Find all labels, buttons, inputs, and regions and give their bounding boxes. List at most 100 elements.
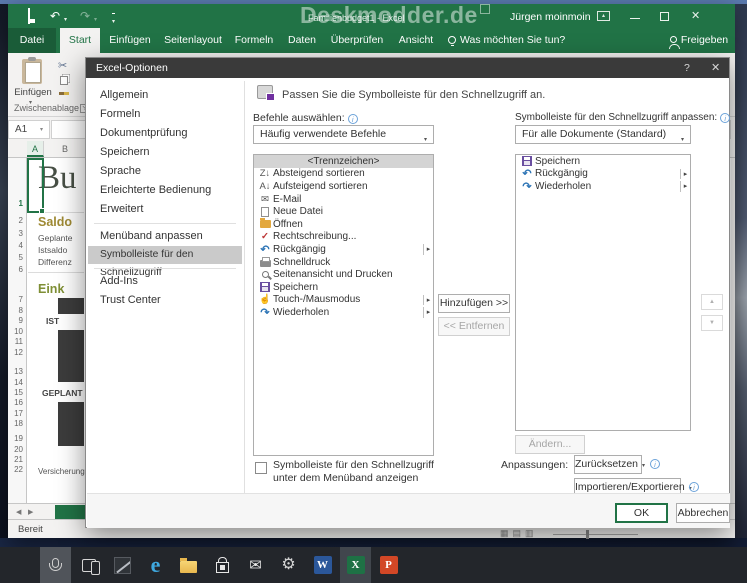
row-header[interactable]: 19 (14, 434, 23, 443)
tab-seitenlayout[interactable]: Seitenlayout (160, 28, 226, 53)
format-painter-icon[interactable] (59, 92, 69, 95)
row-header[interactable]: 10 (14, 327, 23, 336)
taskbar-mail-icon[interactable]: ✉ (240, 547, 271, 583)
row-header[interactable]: 21 (14, 455, 23, 464)
sidebar-item-allgemein[interactable]: Allgemein (88, 86, 242, 104)
copy-icon[interactable] (60, 76, 68, 85)
flyout-arrow-icon[interactable]: ▸ (680, 168, 690, 180)
minimize-button[interactable] (630, 18, 640, 19)
taskbar-store-icon[interactable] (207, 547, 238, 583)
row-header[interactable]: 13 (14, 367, 23, 376)
sidebar-item-speichern[interactable]: Speichern (88, 143, 242, 161)
name-box-dropdown-icon[interactable]: ▾ (40, 126, 43, 133)
sidebar-item-add-ins[interactable]: Add-Ins (88, 272, 242, 290)
tellme-box[interactable]: Was möchten Sie tun? (448, 28, 588, 53)
sheet-nav-right-icon[interactable]: ▶ (28, 508, 33, 516)
customize-qat-dropdown[interactable]: Für alle Dokumente (Standard) ▾ (515, 125, 691, 144)
command-item[interactable]: Speichern (254, 281, 433, 294)
tab-ansicht[interactable]: Ansicht (392, 28, 440, 53)
qat-list[interactable]: Speichern ↶ Rückgängig ▸ ↷ Wiederholen ▸ (515, 154, 691, 431)
undo-icon[interactable]: ↶ (50, 9, 60, 23)
cut-icon[interactable]: ✂ (58, 59, 67, 72)
row-header[interactable]: 8 (19, 306, 23, 315)
add-button[interactable]: Hinzufügen >> (438, 294, 510, 313)
close-button[interactable]: ✕ (691, 9, 700, 22)
taskbar-word-icon[interactable]: W (307, 547, 338, 583)
sidebar-item-dokumentpruefung[interactable]: Dokumentprüfung (88, 124, 242, 142)
modify-button[interactable]: Ändern... (515, 435, 585, 454)
command-item[interactable]: ☝ Touch-/Mausmodus ▸ (254, 294, 433, 307)
command-item-separator[interactable]: <Trennzeichen> (254, 155, 433, 168)
reset-button[interactable]: Zurücksetzen ▾ (574, 455, 645, 474)
tab-start[interactable]: Start (60, 28, 100, 53)
command-item[interactable]: A↓ Aufsteigend sortieren (254, 180, 433, 193)
row-header[interactable]: 4 (19, 241, 23, 250)
sidebar-item-formeln[interactable]: Formeln (88, 105, 242, 123)
paste-icon[interactable] (22, 57, 42, 84)
ribbon-display-options-icon[interactable]: ▴ (597, 11, 610, 21)
move-down-button[interactable]: ▼ (701, 315, 723, 331)
taskbar-file-explorer-icon[interactable] (173, 547, 204, 583)
command-item[interactable]: Schnelldruck (254, 256, 433, 269)
command-item[interactable]: Seitenansicht und Drucken (254, 268, 433, 281)
undo-dropdown-icon[interactable]: ▾ (64, 13, 67, 27)
paste-button[interactable]: Einfügen (12, 87, 54, 98)
row-header[interactable]: 6 (19, 265, 23, 274)
row-header[interactable]: 2 (19, 216, 23, 225)
command-item[interactable]: ✓ Rechtschreibung... (254, 231, 433, 244)
signed-in-user[interactable]: Jürgen moinmoin (510, 11, 591, 23)
info-icon[interactable]: i (347, 114, 358, 124)
share-button[interactable]: Freigeben (664, 28, 734, 53)
redo-dropdown-icon[interactable]: ▾ (94, 13, 97, 27)
command-item[interactable]: Neue Datei (254, 205, 433, 218)
row-header[interactable]: 3 (19, 229, 23, 238)
tab-daten[interactable]: Daten (282, 28, 322, 53)
row-header[interactable]: 15 (14, 388, 23, 397)
command-item[interactable]: Z↓ Absteigend sortieren (254, 168, 433, 181)
cancel-button[interactable]: Abbrechen (676, 503, 730, 523)
sidebar-item-sprache[interactable]: Sprache (88, 162, 242, 180)
selected-cell-a1[interactable] (27, 158, 45, 214)
move-up-button[interactable]: ▲ (701, 294, 723, 310)
tab-einfuegen[interactable]: Einfügen (104, 28, 156, 53)
row-header[interactable]: 20 (14, 445, 23, 454)
command-item[interactable]: ↷ Wiederholen ▸ (254, 306, 433, 319)
info-icon[interactable]: i (650, 459, 660, 469)
flyout-arrow-icon[interactable]: ▸ (423, 244, 433, 255)
tab-ueberpruefen[interactable]: Überprüfen (326, 28, 388, 53)
info-icon[interactable]: i (689, 482, 699, 492)
customize-qat-icon[interactable]: ▾ (112, 13, 116, 29)
redo-icon[interactable]: ↷ (80, 9, 90, 23)
column-header-a[interactable]: A (27, 141, 44, 157)
command-item[interactable]: ↶ Rückgängig ▸ (254, 243, 433, 256)
qat-item[interactable]: ↶ Rückgängig ▸ (516, 168, 690, 180)
view-shortcuts-icons[interactable]: ▦▤▥ (500, 528, 538, 539)
taskbar-edge-icon[interactable]: e (140, 547, 171, 583)
row-header[interactable]: 1 (19, 199, 23, 208)
tab-datei[interactable]: Datei (8, 28, 56, 53)
zoom-slider[interactable] (553, 534, 638, 535)
taskbar-excel-icon[interactable]: X (340, 547, 371, 583)
row-header[interactable]: 16 (14, 398, 23, 407)
name-box[interactable]: A1 (8, 120, 50, 139)
flyout-arrow-icon[interactable]: ▸ (423, 294, 433, 306)
command-item[interactable]: Öffnen (254, 218, 433, 231)
save-icon[interactable] (28, 8, 30, 24)
zoom-slider-knob[interactable] (586, 530, 589, 539)
taskbar-cortana-microphone-icon[interactable] (40, 547, 71, 583)
taskbar-task-view-icon[interactable] (73, 547, 104, 583)
flyout-arrow-icon[interactable]: ▸ (680, 181, 690, 192)
sidebar-item-trust-center[interactable]: Trust Center (88, 291, 242, 309)
qat-item[interactable]: ↷ Wiederholen ▸ (516, 180, 690, 193)
row-header[interactable]: 7 (19, 295, 23, 304)
info-icon[interactable]: i (720, 113, 731, 123)
active-sheet-tab[interactable] (55, 505, 85, 520)
command-item[interactable]: ✉ E-Mail (254, 193, 433, 206)
row-header[interactable]: 18 (14, 419, 23, 428)
column-header-b[interactable]: B (45, 141, 85, 157)
sheet-nav-left-icon[interactable]: ◀ (16, 508, 21, 516)
flyout-arrow-icon[interactable]: ▸ (423, 307, 433, 318)
ok-button[interactable]: OK (615, 503, 668, 523)
tab-formeln[interactable]: Formeln (230, 28, 278, 53)
sidebar-item-symbolleiste-schnellzugriff[interactable]: Symbolleiste für den Schnellzugriff (88, 246, 242, 278)
